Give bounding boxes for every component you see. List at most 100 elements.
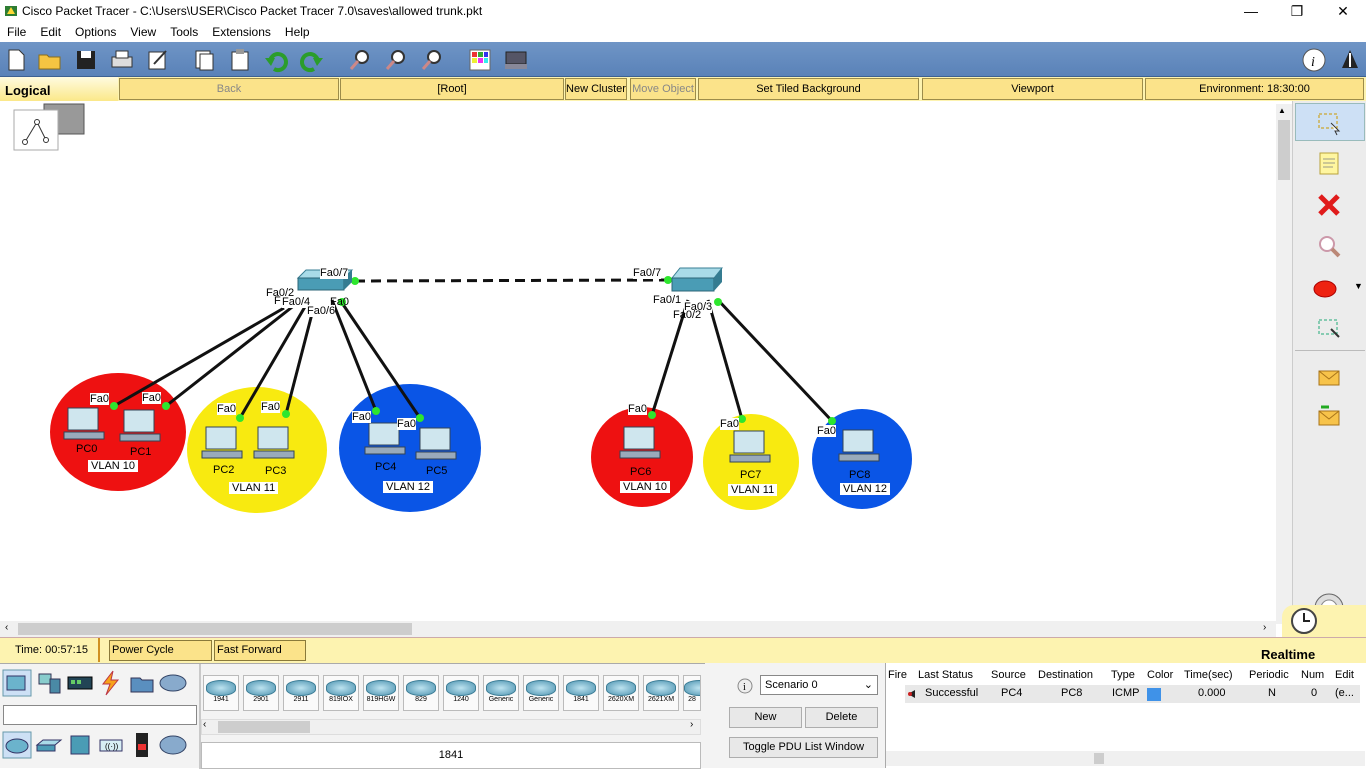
new-cluster-button[interactable]: New Cluster	[565, 78, 627, 100]
select-tool-icon[interactable]	[1315, 109, 1343, 137]
palette-icon[interactable]	[466, 46, 494, 74]
activity-wizard-icon[interactable]	[144, 46, 172, 74]
info-icon[interactable]: i	[1300, 46, 1328, 74]
router-model-tile[interactable]: 2911	[283, 675, 319, 711]
undo-icon[interactable]	[262, 46, 290, 74]
router-model-tile[interactable]: 2901	[243, 675, 279, 711]
pdu-num: 0	[1311, 687, 1318, 699]
header-destination: Destination	[1038, 669, 1094, 681]
note-tool-icon[interactable]	[1315, 149, 1343, 177]
scroll-right-arrow-icon[interactable]: ›	[1263, 622, 1266, 633]
multiuser-category-icon[interactable]	[158, 669, 188, 697]
trunk-link[interactable]	[354, 278, 669, 283]
components-category-icon[interactable]	[66, 669, 94, 697]
device-list-scroll-thumb[interactable]	[218, 721, 310, 733]
add-simple-pdu-icon[interactable]	[1315, 363, 1343, 391]
logical-tab[interactable]: Logical	[0, 77, 118, 101]
network-info-icon[interactable]	[1336, 46, 1364, 74]
resize-shape-tool-icon[interactable]	[1315, 315, 1343, 343]
miscellaneous-category-icon[interactable]	[128, 669, 156, 697]
pdu-edit[interactable]: (e...	[1335, 687, 1354, 699]
custom-device-icon[interactable]	[502, 46, 530, 74]
redo-icon[interactable]	[298, 46, 326, 74]
hubs-category-icon[interactable]	[66, 731, 94, 759]
zoom-out-icon[interactable]	[418, 46, 446, 74]
zoom-reset-icon[interactable]	[382, 46, 410, 74]
maximize-button[interactable]: ❐	[1274, 0, 1320, 22]
device-search-field[interactable]	[3, 705, 197, 725]
new-file-icon[interactable]	[2, 46, 30, 74]
power-cycle-devices-button[interactable]: Power Cycle Devices	[109, 640, 212, 675]
device-scroll-left-icon[interactable]: ‹	[203, 719, 206, 730]
menu-extensions[interactable]: Extensions	[205, 22, 278, 42]
fire-pdu-icon[interactable]	[906, 688, 918, 700]
scroll-up-arrow-icon[interactable]: ▲	[1278, 106, 1286, 115]
delete-scenario-button[interactable]: Delete	[805, 707, 878, 728]
device-scroll-right-icon[interactable]: ›	[690, 719, 693, 730]
menu-file[interactable]: File	[0, 22, 33, 42]
router-model-tile[interactable]: 819HGW	[363, 675, 399, 711]
switch-right[interactable]	[670, 267, 724, 292]
router-model-tile[interactable]: 2621XM	[643, 675, 679, 711]
back-button[interactable]: Back	[119, 78, 339, 100]
zoom-in-icon[interactable]	[346, 46, 374, 74]
shape-dropdown-icon[interactable]: ▼	[1354, 281, 1363, 291]
add-complex-pdu-icon[interactable]	[1315, 403, 1343, 431]
toggle-pdu-list-window-button[interactable]: Toggle PDU List Window	[729, 737, 878, 758]
new-scenario-button[interactable]: New	[729, 707, 802, 728]
viewport-button[interactable]: Viewport	[922, 78, 1143, 100]
pdu-list-scrollbar[interactable]	[886, 751, 1365, 766]
logical-navigation-icon[interactable]	[13, 103, 85, 151]
menu-tools[interactable]: Tools	[163, 22, 205, 42]
logical-workspace[interactable]: Fa0/7 Fa0/2 F Fa0/4 Fa0 Fa0/6 Fa0/7 Fa0/…	[0, 101, 1276, 621]
menu-help[interactable]: Help	[278, 22, 317, 42]
router-model-tile[interactable]: 1841	[563, 675, 599, 711]
move-object-button[interactable]: Move Object	[630, 78, 696, 100]
router-model-tile[interactable]: 829	[403, 675, 439, 711]
routers-category-icon[interactable]	[2, 731, 32, 759]
router-model-tile[interactable]: 1240	[443, 675, 479, 711]
scenario-info-icon[interactable]: i	[737, 678, 753, 694]
fast-forward-time-button[interactable]: Fast Forward Time	[214, 640, 306, 675]
security-category-icon[interactable]	[130, 731, 154, 759]
copy-icon[interactable]	[190, 46, 218, 74]
save-icon[interactable]	[72, 46, 100, 74]
router-model-tile[interactable]: Generic	[523, 675, 559, 711]
connections-category-icon[interactable]	[96, 669, 124, 697]
environment-button[interactable]: Environment: 18:30:00	[1145, 78, 1364, 100]
minimize-button[interactable]: —	[1228, 0, 1274, 22]
vertical-scroll-thumb[interactable]	[1278, 120, 1290, 180]
horizontal-scroll-thumb[interactable]	[18, 623, 412, 635]
link-pc8[interactable]	[716, 298, 834, 423]
inspect-tool-icon[interactable]	[1315, 233, 1343, 261]
router-model-tile[interactable]: 28	[683, 675, 701, 711]
scenario-select[interactable]: Scenario 0 ⌄	[760, 675, 878, 695]
end-devices-category-icon[interactable]	[36, 669, 64, 697]
print-icon[interactable]	[108, 46, 136, 74]
workspace-vertical-scrollbar[interactable]	[1276, 104, 1292, 624]
wireless-devices-category-icon[interactable]: ((·))	[96, 731, 126, 759]
link-pc4[interactable]	[330, 299, 378, 412]
delete-tool-icon[interactable]	[1315, 191, 1343, 219]
router-model-tile[interactable]: 1941	[203, 675, 239, 711]
draw-ellipse-tool-icon[interactable]	[1313, 275, 1345, 303]
link-pc7[interactable]	[706, 299, 744, 420]
pdu-list-scroll-thumb[interactable]	[1094, 753, 1104, 764]
router-model-tile[interactable]: Generic	[483, 675, 519, 711]
wan-emulation-category-icon[interactable]	[158, 731, 188, 759]
open-folder-icon[interactable]	[36, 46, 64, 74]
link-pc3[interactable]	[284, 305, 316, 415]
menu-edit[interactable]: Edit	[33, 22, 68, 42]
close-button[interactable]: ✕	[1320, 0, 1366, 22]
router-model-tile[interactable]: 2620XM	[603, 675, 639, 711]
menu-view[interactable]: View	[123, 22, 163, 42]
pdu-destination: PC8	[1061, 687, 1083, 699]
root-button[interactable]: [Root]	[340, 78, 564, 100]
network-devices-category-icon[interactable]	[2, 669, 32, 697]
set-tiled-background-button[interactable]: Set Tiled Background	[698, 78, 919, 100]
paste-icon[interactable]	[226, 46, 254, 74]
menu-options[interactable]: Options	[68, 22, 123, 42]
switches-category-icon[interactable]	[34, 731, 64, 759]
scroll-left-arrow-icon[interactable]: ‹	[5, 622, 8, 633]
router-model-tile[interactable]: 819IOX	[323, 675, 359, 711]
